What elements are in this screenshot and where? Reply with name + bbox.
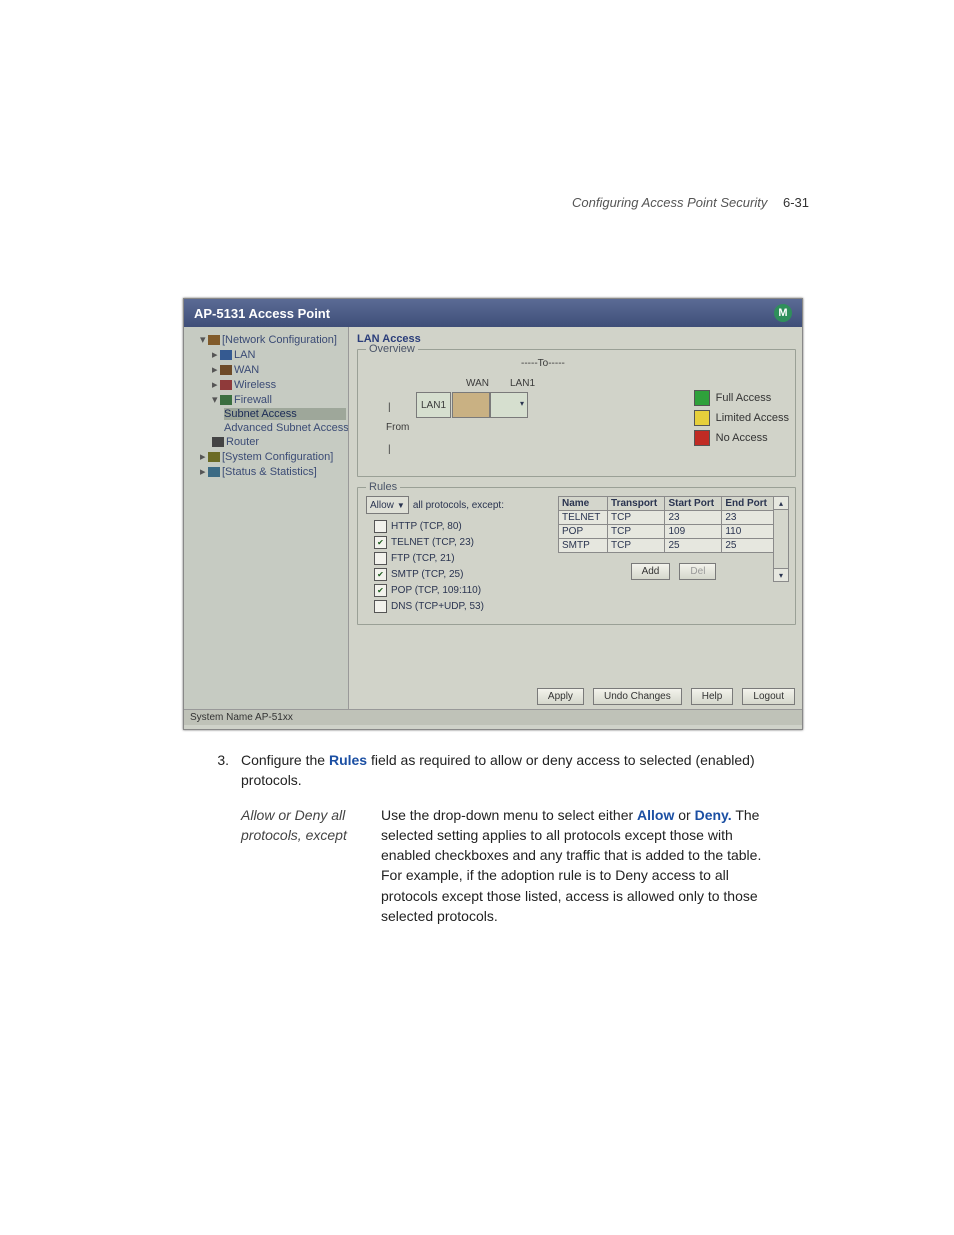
checkbox-icon[interactable] [374, 552, 387, 565]
allow-deny-select[interactable]: Allow▼ [366, 496, 409, 514]
table-header-row: Name Transport Start Port End Port [559, 497, 775, 511]
wan-icon [220, 365, 232, 375]
network-icon [208, 335, 220, 345]
scroll-up-icon[interactable]: ▴ [774, 497, 788, 510]
tree-advanced-subnet-access[interactable]: Advanced Subnet Access [224, 422, 346, 434]
overview-legend-key: Full Access Limited Access No Access [694, 386, 789, 450]
chevron-down-icon: ▼ [397, 501, 405, 510]
checkbox-icon[interactable] [374, 568, 387, 581]
definition-term: Allow or Deny all protocols, except [241, 805, 381, 927]
rules-legend: Rules [366, 481, 400, 493]
definition-desc: Use the drop-down menu to select either … [381, 805, 785, 927]
tree-wireless[interactable]: ▸Wireless [212, 378, 346, 391]
header-title: Configuring Access Point Security [572, 195, 767, 210]
swatch-full-icon [694, 390, 710, 406]
legend-limited: Limited Access [716, 412, 789, 424]
status-bar: System Name AP-51xx [184, 709, 802, 725]
help-button[interactable]: Help [691, 688, 734, 705]
lan-icon [220, 350, 232, 360]
rules-keyword: Rules [329, 752, 367, 768]
proto-pop[interactable]: POP (TCP, 109:110) [374, 584, 546, 597]
table-row[interactable]: TELNETTCP2323 [559, 511, 775, 525]
th-name: Name [559, 497, 608, 511]
overview-col-wan: WAN [466, 378, 489, 389]
apply-button[interactable]: Apply [537, 688, 584, 705]
overview-to-label: -----To----- [521, 358, 565, 369]
proto-smtp[interactable]: SMTP (TCP, 25) [374, 568, 546, 581]
overview-from-label: From [386, 422, 409, 433]
rules-fieldset: Rules Allow▼ all protocols, except: HTTP… [357, 487, 796, 625]
proto-http[interactable]: HTTP (TCP, 80) [374, 520, 546, 533]
app-titlebar: AP-5131 Access Point M [184, 299, 802, 327]
brand-logo-icon: M [774, 304, 792, 322]
table-scrollbar[interactable]: ▴ ▾ [773, 496, 789, 582]
router-icon [212, 437, 224, 447]
system-icon [208, 452, 220, 462]
tree-status-statistics[interactable]: ▸[Status & Statistics] [200, 465, 346, 478]
th-transport: Transport [608, 497, 665, 511]
main-panel: LAN Access Overview -----To----- WAN LAN… [349, 327, 802, 709]
rules-table[interactable]: Name Transport Start Port End Port TELNE… [558, 496, 775, 553]
step-body: Configure the Rules field as required to… [241, 750, 785, 791]
overview-fieldset: Overview -----To----- WAN LAN1 LAN1 ▾ | … [357, 349, 796, 477]
nav-tree[interactable]: ▾[Network Configuration] ▸LAN ▸WAN ▸Wire… [184, 327, 349, 709]
overview-legend: Overview [366, 343, 418, 355]
overview-bar-top: | [388, 402, 391, 413]
swatch-limited-icon [694, 410, 710, 426]
header-page-num: 6-31 [783, 195, 809, 210]
step-number: 3. [185, 750, 241, 791]
del-button[interactable]: Del [679, 563, 716, 580]
logout-button[interactable]: Logout [742, 688, 795, 705]
checkbox-icon[interactable] [374, 600, 387, 613]
app-window: AP-5131 Access Point M ▾[Network Configu… [183, 298, 803, 730]
undo-button[interactable]: Undo Changes [593, 688, 682, 705]
tree-wan[interactable]: ▸WAN [212, 363, 346, 376]
deny-keyword: Deny. [695, 807, 732, 823]
checkbox-icon[interactable] [374, 520, 387, 533]
table-row[interactable]: POPTCP109110 [559, 525, 775, 539]
panel-title: LAN Access [357, 333, 796, 345]
app-title-text: AP-5131 Access Point [194, 306, 330, 321]
overview-col-lan1: LAN1 [510, 378, 535, 389]
scroll-down-icon[interactable]: ▾ [774, 568, 788, 581]
th-start: Start Port [665, 497, 722, 511]
proto-ftp[interactable]: FTP (TCP, 21) [374, 552, 546, 565]
overview-cell-lan1-lan1[interactable]: ▾ [490, 392, 528, 418]
th-end: End Port [722, 497, 775, 511]
tree-firewall[interactable]: ▾Firewall Subnet Access Advanced Subnet … [212, 393, 346, 434]
rules-suffix: all protocols, except: [413, 500, 504, 511]
table-row[interactable]: SMTPTCP2525 [559, 539, 775, 553]
tree-router[interactable]: Router [212, 436, 346, 448]
legend-full: Full Access [716, 392, 772, 404]
swatch-none-icon [694, 430, 710, 446]
panel-action-buttons: Apply Undo Changes Help Logout [534, 688, 798, 705]
tree-network-configuration[interactable]: ▾[Network Configuration] ▸LAN ▸WAN ▸Wire… [200, 333, 346, 448]
allow-keyword: Allow [637, 807, 674, 823]
page-running-header: Configuring Access Point Security 6-31 [572, 195, 809, 210]
firewall-icon [220, 395, 232, 405]
overview-bar-bottom: | [388, 444, 391, 455]
tree-subnet-access[interactable]: Subnet Access [224, 408, 346, 420]
tree-lan[interactable]: ▸LAN [212, 348, 346, 361]
proto-dns[interactable]: DNS (TCP+UDP, 53) [374, 600, 546, 613]
legend-none: No Access [716, 432, 768, 444]
checkbox-icon[interactable] [374, 536, 387, 549]
overview-cell-lan1-wan[interactable] [452, 392, 490, 418]
checkbox-icon[interactable] [374, 584, 387, 597]
stats-icon [208, 467, 220, 477]
proto-telnet[interactable]: TELNET (TCP, 23) [374, 536, 546, 549]
doc-body: 3. Configure the Rules field as required… [185, 750, 785, 926]
add-button[interactable]: Add [631, 563, 671, 580]
wireless-icon [220, 380, 232, 390]
tree-system-configuration[interactable]: ▸[System Configuration] [200, 450, 346, 463]
overview-row-lan1[interactable]: LAN1 [416, 392, 451, 418]
